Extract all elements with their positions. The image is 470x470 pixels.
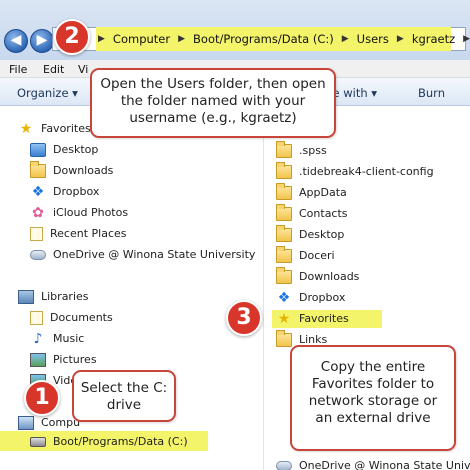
file-label: Favorites	[299, 312, 349, 325]
breadcrumb-arrow-icon[interactable]: ▶	[463, 32, 470, 46]
file-item[interactable]: .spss	[276, 140, 327, 161]
recent-places-icon	[30, 226, 43, 241]
breadcrumb-arrow-icon[interactable]: ▶	[98, 32, 105, 46]
step-3-badge: 3	[226, 300, 262, 336]
nav-label: Downloads	[53, 164, 114, 177]
file-item-favorites[interactable]: ★ Favorites	[276, 308, 349, 329]
folder-icon	[276, 182, 292, 200]
breadcrumb-computer[interactable]: Computer	[113, 32, 170, 46]
forward-arrow-icon[interactable]: ▶	[30, 29, 54, 53]
folder-icon	[276, 224, 292, 242]
nav-item-favorites[interactable]: ★ Favorites	[18, 118, 91, 139]
nav-label: Dropbox	[53, 185, 100, 198]
file-label: OneDrive @ Winona State Universi	[299, 459, 470, 470]
music-icon: ♪	[33, 330, 43, 347]
file-item[interactable]: OneDrive @ Winona State Universi	[276, 455, 470, 470]
nav-item-recent[interactable]: Recent Places	[30, 223, 127, 244]
nav-item-drive-c[interactable]: Boot/Programs/Data (C:)	[30, 431, 188, 452]
star-icon: ★	[277, 310, 291, 327]
nav-label: Favorites	[41, 122, 91, 135]
file-item[interactable]: ❖ Dropbox	[276, 287, 346, 308]
downloads-folder-icon	[276, 266, 292, 284]
callout-text: Copy the entire Favorites folder to netw…	[308, 359, 438, 426]
file-label: Contacts	[299, 207, 348, 220]
file-item[interactable]: Doceri	[276, 245, 335, 266]
callout-step-3: Copy the entire Favorites folder to netw…	[290, 345, 456, 451]
nav-item-pictures[interactable]: Pictures	[30, 349, 97, 370]
file-label: .tidebreak4-client-config	[299, 165, 434, 178]
file-label: AppData	[299, 186, 347, 199]
file-item[interactable]: Contacts	[276, 203, 348, 224]
libraries-icon	[18, 289, 34, 304]
dropbox-icon: ❖	[31, 183, 45, 200]
desktop-icon	[30, 142, 46, 157]
computer-icon	[18, 415, 34, 430]
callout-step-1: Select the C: drive	[72, 370, 176, 422]
nav-label: iCloud Photos	[53, 206, 129, 219]
nav-label: Music	[53, 332, 85, 345]
nav-item-libraries[interactable]: Libraries	[18, 286, 89, 307]
breadcrumb-arrow-icon[interactable]: ▶	[178, 32, 185, 46]
downloads-icon	[30, 160, 46, 178]
folder-icon	[276, 329, 292, 347]
back-arrow-icon[interactable]: ◀	[4, 29, 28, 53]
nav-label: Desktop	[53, 143, 99, 156]
file-label: .spss	[299, 144, 327, 157]
nav-label: Boot/Programs/Data (C:)	[53, 435, 188, 448]
file-item[interactable]: .tidebreak4-client-config	[276, 161, 434, 182]
step-2-badge: 2	[54, 19, 90, 55]
file-label: Desktop	[299, 228, 345, 241]
file-label: Dropbox	[299, 291, 346, 304]
documents-icon	[30, 310, 43, 325]
onedrive-icon	[276, 460, 292, 470]
dropbox-icon: ❖	[277, 289, 291, 306]
file-label: Downloads	[299, 270, 360, 283]
file-item[interactable]: Downloads	[276, 266, 359, 287]
nav-label: Documents	[50, 311, 113, 324]
contacts-folder-icon	[276, 203, 292, 221]
nav-item-desktop[interactable]: Desktop	[30, 139, 98, 160]
nav-item-dropbox[interactable]: ❖ Dropbox	[30, 181, 100, 202]
file-item[interactable]: Desktop	[276, 224, 344, 245]
breadcrumb-drive[interactable]: Boot/Programs/Data (C:)	[193, 32, 334, 46]
star-icon: ★	[19, 120, 33, 137]
menu-file[interactable]: File	[9, 63, 27, 76]
folder-icon	[276, 140, 292, 158]
menu-edit[interactable]: Edit	[43, 63, 64, 76]
nav-item-music[interactable]: ♪ Music	[30, 328, 85, 349]
callout-text: Select the C: drive	[80, 380, 168, 413]
breadcrumb: ▶ Computer ▶ Boot/Programs/Data (C:) ▶ U…	[98, 32, 470, 46]
nav-item-computer[interactable]: Compu	[18, 412, 80, 433]
file-label: Doceri	[299, 249, 335, 262]
callout-text: Open the Users folder, then open the fol…	[100, 76, 326, 126]
menu-view[interactable]: Vi	[78, 63, 88, 76]
nav-label: Recent Places	[50, 227, 127, 240]
nav-item-downloads[interactable]: Downloads	[30, 160, 113, 181]
nav-label: Libraries	[41, 290, 89, 303]
callout-step-2: Open the Users folder, then open the fol…	[90, 68, 336, 138]
folder-icon	[276, 245, 292, 263]
nav-label: Pictures	[53, 353, 97, 366]
folder-icon	[276, 161, 292, 179]
organize-button[interactable]: Organize ▾	[17, 86, 78, 100]
breadcrumb-users[interactable]: Users	[357, 32, 389, 46]
nav-item-documents[interactable]: Documents	[30, 307, 113, 328]
nav-label: OneDrive @ Winona State University	[53, 248, 256, 261]
pictures-icon	[30, 352, 46, 367]
nav-item-icloud[interactable]: ✿ iCloud Photos	[30, 202, 128, 223]
step-1-badge: 1	[24, 380, 60, 416]
burn-button[interactable]: Burn	[418, 86, 445, 100]
onedrive-icon	[30, 249, 46, 260]
breadcrumb-arrow-icon[interactable]: ▶	[397, 32, 404, 46]
breadcrumb-arrow-icon[interactable]: ▶	[342, 32, 349, 46]
breadcrumb-user[interactable]: kgraetz	[412, 32, 455, 46]
hard-drive-icon	[30, 436, 46, 447]
icloud-photos-icon: ✿	[32, 204, 44, 221]
nav-item-onedrive[interactable]: OneDrive @ Winona State University	[30, 244, 255, 265]
file-item[interactable]: AppData	[276, 182, 347, 203]
